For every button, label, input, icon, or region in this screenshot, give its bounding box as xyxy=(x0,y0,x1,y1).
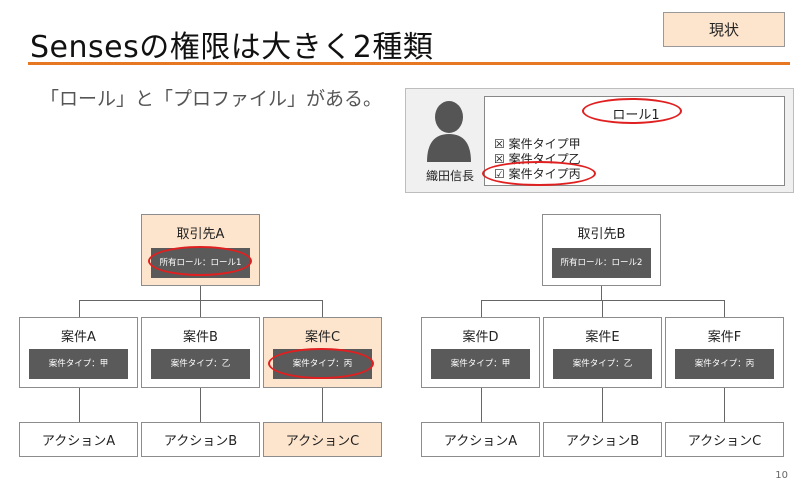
connector-line xyxy=(481,300,482,317)
case-type: 案件タイプ：丙 xyxy=(675,349,774,379)
case-node: 案件D 案件タイプ：甲 xyxy=(421,317,540,388)
client-node: 取引先B 所有ロール：ロール2 xyxy=(542,214,661,286)
case-type-circle xyxy=(268,348,374,379)
action-name: アクションB xyxy=(163,434,238,449)
connector-line xyxy=(602,388,603,422)
case-node: 案件E 案件タイプ：乙 xyxy=(543,317,662,388)
status-badge: 現状 xyxy=(663,12,785,47)
action-name: アクションC xyxy=(285,434,360,449)
case-node: 案件F 案件タイプ：丙 xyxy=(665,317,784,388)
case-name: 案件E xyxy=(585,330,620,345)
case-type-item: ☒ 案件タイプ甲 xyxy=(494,137,581,151)
case-name: 案件A xyxy=(61,330,96,345)
action-node: アクションB xyxy=(141,422,260,457)
case-name: 案件B xyxy=(183,330,218,345)
action-name: アクションC xyxy=(687,434,762,449)
case-node: 案件B 案件タイプ：乙 xyxy=(141,317,260,388)
case-node: 案件A 案件タイプ：甲 xyxy=(19,317,138,388)
connector-line xyxy=(79,388,80,422)
case-name: 案件F xyxy=(707,330,742,345)
status-badge-label: 現状 xyxy=(708,21,739,39)
connector-line xyxy=(602,300,603,317)
connector-line xyxy=(322,388,323,422)
action-name: アクションB xyxy=(565,434,640,449)
slide-title: Sensesの権限は大きく2種類 xyxy=(30,30,434,65)
case-name: 案件D xyxy=(462,330,499,345)
client-name: 取引先A xyxy=(176,227,225,242)
client-role: 所有ロール：ロール2 xyxy=(552,248,651,278)
action-node: アクションA xyxy=(421,422,540,457)
connector-line xyxy=(200,286,201,300)
action-name: アクションA xyxy=(41,434,116,449)
connector-line xyxy=(200,300,201,317)
connector-line xyxy=(724,300,725,317)
case-type: 案件タイプ：甲 xyxy=(431,349,530,379)
case-type: 案件タイプ：乙 xyxy=(151,349,250,379)
connector-line xyxy=(322,300,323,317)
connector-line xyxy=(724,388,725,422)
connector-line xyxy=(200,388,201,422)
connector-line xyxy=(601,286,602,300)
action-name: アクションA xyxy=(443,434,518,449)
case-type: 案件タイプ：甲 xyxy=(29,349,128,379)
user-name: 織田信長 xyxy=(425,169,474,183)
case-type: 案件タイプ：乙 xyxy=(553,349,652,379)
action-node: アクションA xyxy=(19,422,138,457)
client-role-circle xyxy=(148,246,252,276)
action-node: アクションC xyxy=(665,422,784,457)
client-name: 取引先B xyxy=(577,227,626,242)
page-number: 10 xyxy=(775,470,788,481)
action-node: アクションC xyxy=(263,422,382,457)
connector-line xyxy=(79,300,80,317)
connector-line xyxy=(481,388,482,422)
case-name: 案件C xyxy=(304,330,341,345)
action-node: アクションB xyxy=(543,422,662,457)
role-name-circle xyxy=(582,98,682,124)
case-type-circle xyxy=(482,161,596,186)
subtitle: 「ロール」と「プロファイル」がある。 xyxy=(40,88,383,110)
title-underline xyxy=(28,62,790,65)
user-icon xyxy=(427,101,471,162)
